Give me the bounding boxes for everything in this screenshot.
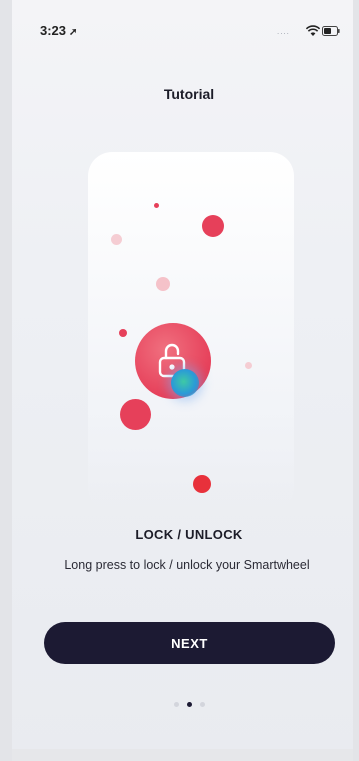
status-bar: 3:23 ➚ .... [0, 0, 359, 60]
page-dot[interactable] [174, 702, 179, 707]
decor-dot [120, 399, 151, 430]
page-dot-active[interactable] [187, 702, 192, 707]
status-time: 3:23 ➚ [40, 23, 77, 38]
decor-dot [111, 234, 122, 245]
tutorial-heading: LOCK / UNLOCK [135, 527, 243, 542]
right-edge [353, 0, 359, 761]
touch-indicator [171, 369, 199, 397]
status-time-text: 3:23 [40, 23, 67, 38]
phone-screen: 3:23➚ .... Tutorial LOCK / UNLOCK Long [0, 0, 359, 761]
battery-icon [322, 26, 340, 36]
tutorial-description: Long press to lock / unlock your Smartwh… [64, 558, 310, 572]
home-indicator-area [12, 749, 353, 761]
decor-dot [193, 475, 211, 493]
decor-dot [202, 215, 224, 237]
left-edge [0, 0, 12, 761]
page-indicator [174, 702, 214, 708]
decor-dot [119, 329, 127, 337]
signal-icon: .... [277, 27, 290, 36]
decor-dot [156, 277, 170, 291]
wifi-icon [306, 25, 320, 36]
location-arrow-icon: ➚ [69, 27, 78, 38]
next-button[interactable]: NEXT [44, 622, 335, 664]
decor-dot [154, 203, 159, 208]
page-title: Tutorial [163, 86, 215, 102]
decor-dot [245, 362, 252, 369]
page-dot[interactable] [200, 702, 205, 707]
